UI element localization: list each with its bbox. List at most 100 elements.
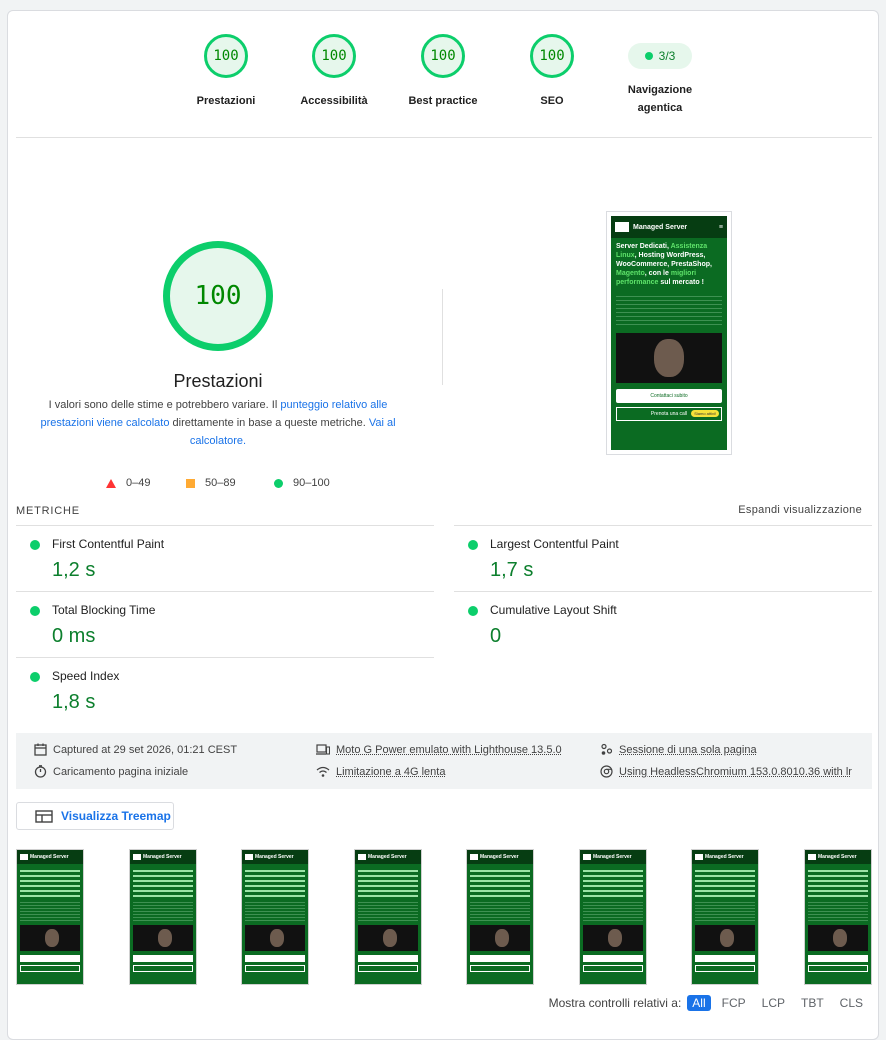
filter-all[interactable]: All: [687, 995, 711, 1011]
gauge-label: SEO: [540, 95, 564, 107]
filter-lcp[interactable]: LCP: [757, 995, 790, 1011]
frame-button: [133, 955, 193, 962]
gauge-navigazione-agentica[interactable]: 3/3 Navigazione agentica: [605, 31, 715, 117]
frame-video: [358, 925, 418, 951]
frame-button: [133, 965, 193, 972]
frame-video: [20, 925, 80, 951]
note-text: direttamente in base a queste metriche.: [169, 417, 369, 429]
gauge-score: 100: [421, 34, 465, 78]
frame-header: Managed Server: [580, 850, 646, 864]
frame-paragraph: [245, 900, 305, 922]
frame-paragraph: [133, 900, 193, 922]
frame-brand: Managed Server: [480, 854, 519, 860]
gauge-best-practice[interactable]: 100 Best practice: [388, 31, 498, 110]
info-captured: Captured at 29 set 2026, 01:21 CEST: [34, 743, 237, 756]
filter-cls[interactable]: CLS: [835, 995, 868, 1011]
frame-paragraph: [470, 900, 530, 922]
fail-triangle-icon: [106, 478, 116, 488]
wifi-icon: [316, 766, 330, 777]
frame-header: Managed Server: [692, 850, 758, 864]
audit-filter-controls: Mostra controlli relativi a: All FCP LCP…: [549, 995, 868, 1011]
pass-dot-icon: [644, 52, 653, 60]
filmstrip-frame: Managed Server: [691, 849, 759, 985]
frame-button: [245, 965, 305, 972]
info-throttle[interactable]: Limitazione a 4G lenta: [316, 765, 445, 778]
gauge-label-line2: agentica: [637, 102, 683, 114]
presenter-face: [383, 929, 397, 947]
gauge-label: Navigazione agentica: [605, 81, 715, 117]
info-browser[interactable]: Using HeadlessChromium 153.0.8010.36 wit…: [600, 765, 852, 778]
legend-pass: 90–100: [274, 477, 330, 489]
frame-button: [20, 955, 80, 962]
frame-video: [470, 925, 530, 951]
gauge-label: Accessibilità: [300, 95, 368, 107]
frame-brand: Managed Server: [593, 854, 632, 860]
headline-part: sul mercato !: [658, 279, 704, 286]
filmstrip-frame: Managed Server: [579, 849, 647, 985]
final-screenshot[interactable]: Managed Server ≡ Server Dedicati, Assist…: [606, 211, 732, 455]
presenter-face: [608, 929, 622, 947]
frame-headline: [245, 867, 305, 897]
frame-brand: Managed Server: [705, 854, 744, 860]
expand-view-toggle[interactable]: Espandi visualizzazione: [738, 504, 862, 516]
performance-note: I valori sono delle stime e potrebbero v…: [38, 396, 398, 450]
filter-tbt[interactable]: TBT: [796, 995, 829, 1011]
frame-button: [20, 965, 80, 972]
gauge-label: Prestazioni: [196, 95, 256, 107]
frame-video: [583, 925, 643, 951]
frame-brand: Managed Server: [368, 854, 407, 860]
gauge-score: 100: [530, 34, 574, 78]
metrics-heading: METRICHE: [16, 505, 80, 517]
calendar-icon: [34, 743, 47, 756]
headline-highlight: Magento: [616, 270, 645, 277]
gauge-label: Best practice: [408, 95, 478, 107]
frame-headline: [20, 867, 80, 897]
frame-headline: [133, 867, 193, 897]
frame-button: [695, 965, 755, 972]
metric-name: Cumulative Layout Shift: [490, 603, 617, 617]
chat-badge: Siamo attivi!: [691, 410, 719, 417]
frame-headline: [358, 867, 418, 897]
brand-logo-icon: [470, 854, 478, 860]
filmstrip-frame: Managed Server: [354, 849, 422, 985]
divider: [16, 137, 872, 138]
brand-logo-icon: [245, 854, 253, 860]
headline-part: , con le: [644, 270, 671, 277]
frame-button: [470, 955, 530, 962]
view-treemap-button[interactable]: Visualizza Treemap: [16, 802, 174, 830]
frame-button: [583, 955, 643, 962]
brand-logo-icon: [695, 854, 703, 860]
screenshot-paragraph: [616, 293, 722, 327]
agentic-pill: 3/3: [628, 43, 692, 69]
frame-paragraph: [20, 900, 80, 922]
screenshot-page: Managed Server ≡ Server Dedicati, Assist…: [611, 216, 727, 450]
brand-logo-icon: [615, 222, 629, 232]
brand-logo-icon: [358, 854, 366, 860]
info-device[interactable]: Moto G Power emulato with Lighthouse 13.…: [316, 743, 562, 756]
frame-button: [808, 955, 868, 962]
filter-fcp[interactable]: FCP: [717, 995, 751, 1011]
metric-name: Largest Contentful Paint: [490, 537, 619, 551]
legend-average: 50–89: [186, 477, 236, 489]
session-text: Sessione di una sola pagina: [619, 743, 757, 756]
presenter-face: [654, 339, 684, 377]
presenter-face: [270, 929, 284, 947]
category-gauges: 100 Prestazioni 100 Accessibilità 100 Be…: [8, 31, 880, 136]
load-text: Caricamento pagina iniziale: [53, 765, 189, 778]
frame-headline: [583, 867, 643, 897]
throttle-text: Limitazione a 4G lenta: [336, 765, 446, 778]
metric-si: Speed Index 1,8 s: [16, 658, 416, 724]
gauge-seo[interactable]: 100 SEO: [497, 31, 607, 110]
book-label: Prenota una call: [650, 411, 688, 417]
metric-tbt: Total Blocking Time 0 ms: [16, 592, 416, 658]
frame-paragraph: [808, 900, 868, 922]
chrome-icon: [600, 765, 613, 778]
device-text: Moto G Power emulato with Lighthouse 13.…: [336, 743, 562, 756]
filmstrip-frame: Managed Server: [804, 849, 872, 985]
gauge-prestazioni[interactable]: 100 Prestazioni: [171, 31, 281, 110]
frame-button: [695, 955, 755, 962]
gauge-accessibilita[interactable]: 100 Accessibilità: [279, 31, 389, 110]
gauge-score: 100: [312, 34, 356, 78]
report-card: 100 Prestazioni 100 Accessibilità 100 Be…: [7, 10, 879, 1040]
average-square-icon: [186, 478, 195, 488]
